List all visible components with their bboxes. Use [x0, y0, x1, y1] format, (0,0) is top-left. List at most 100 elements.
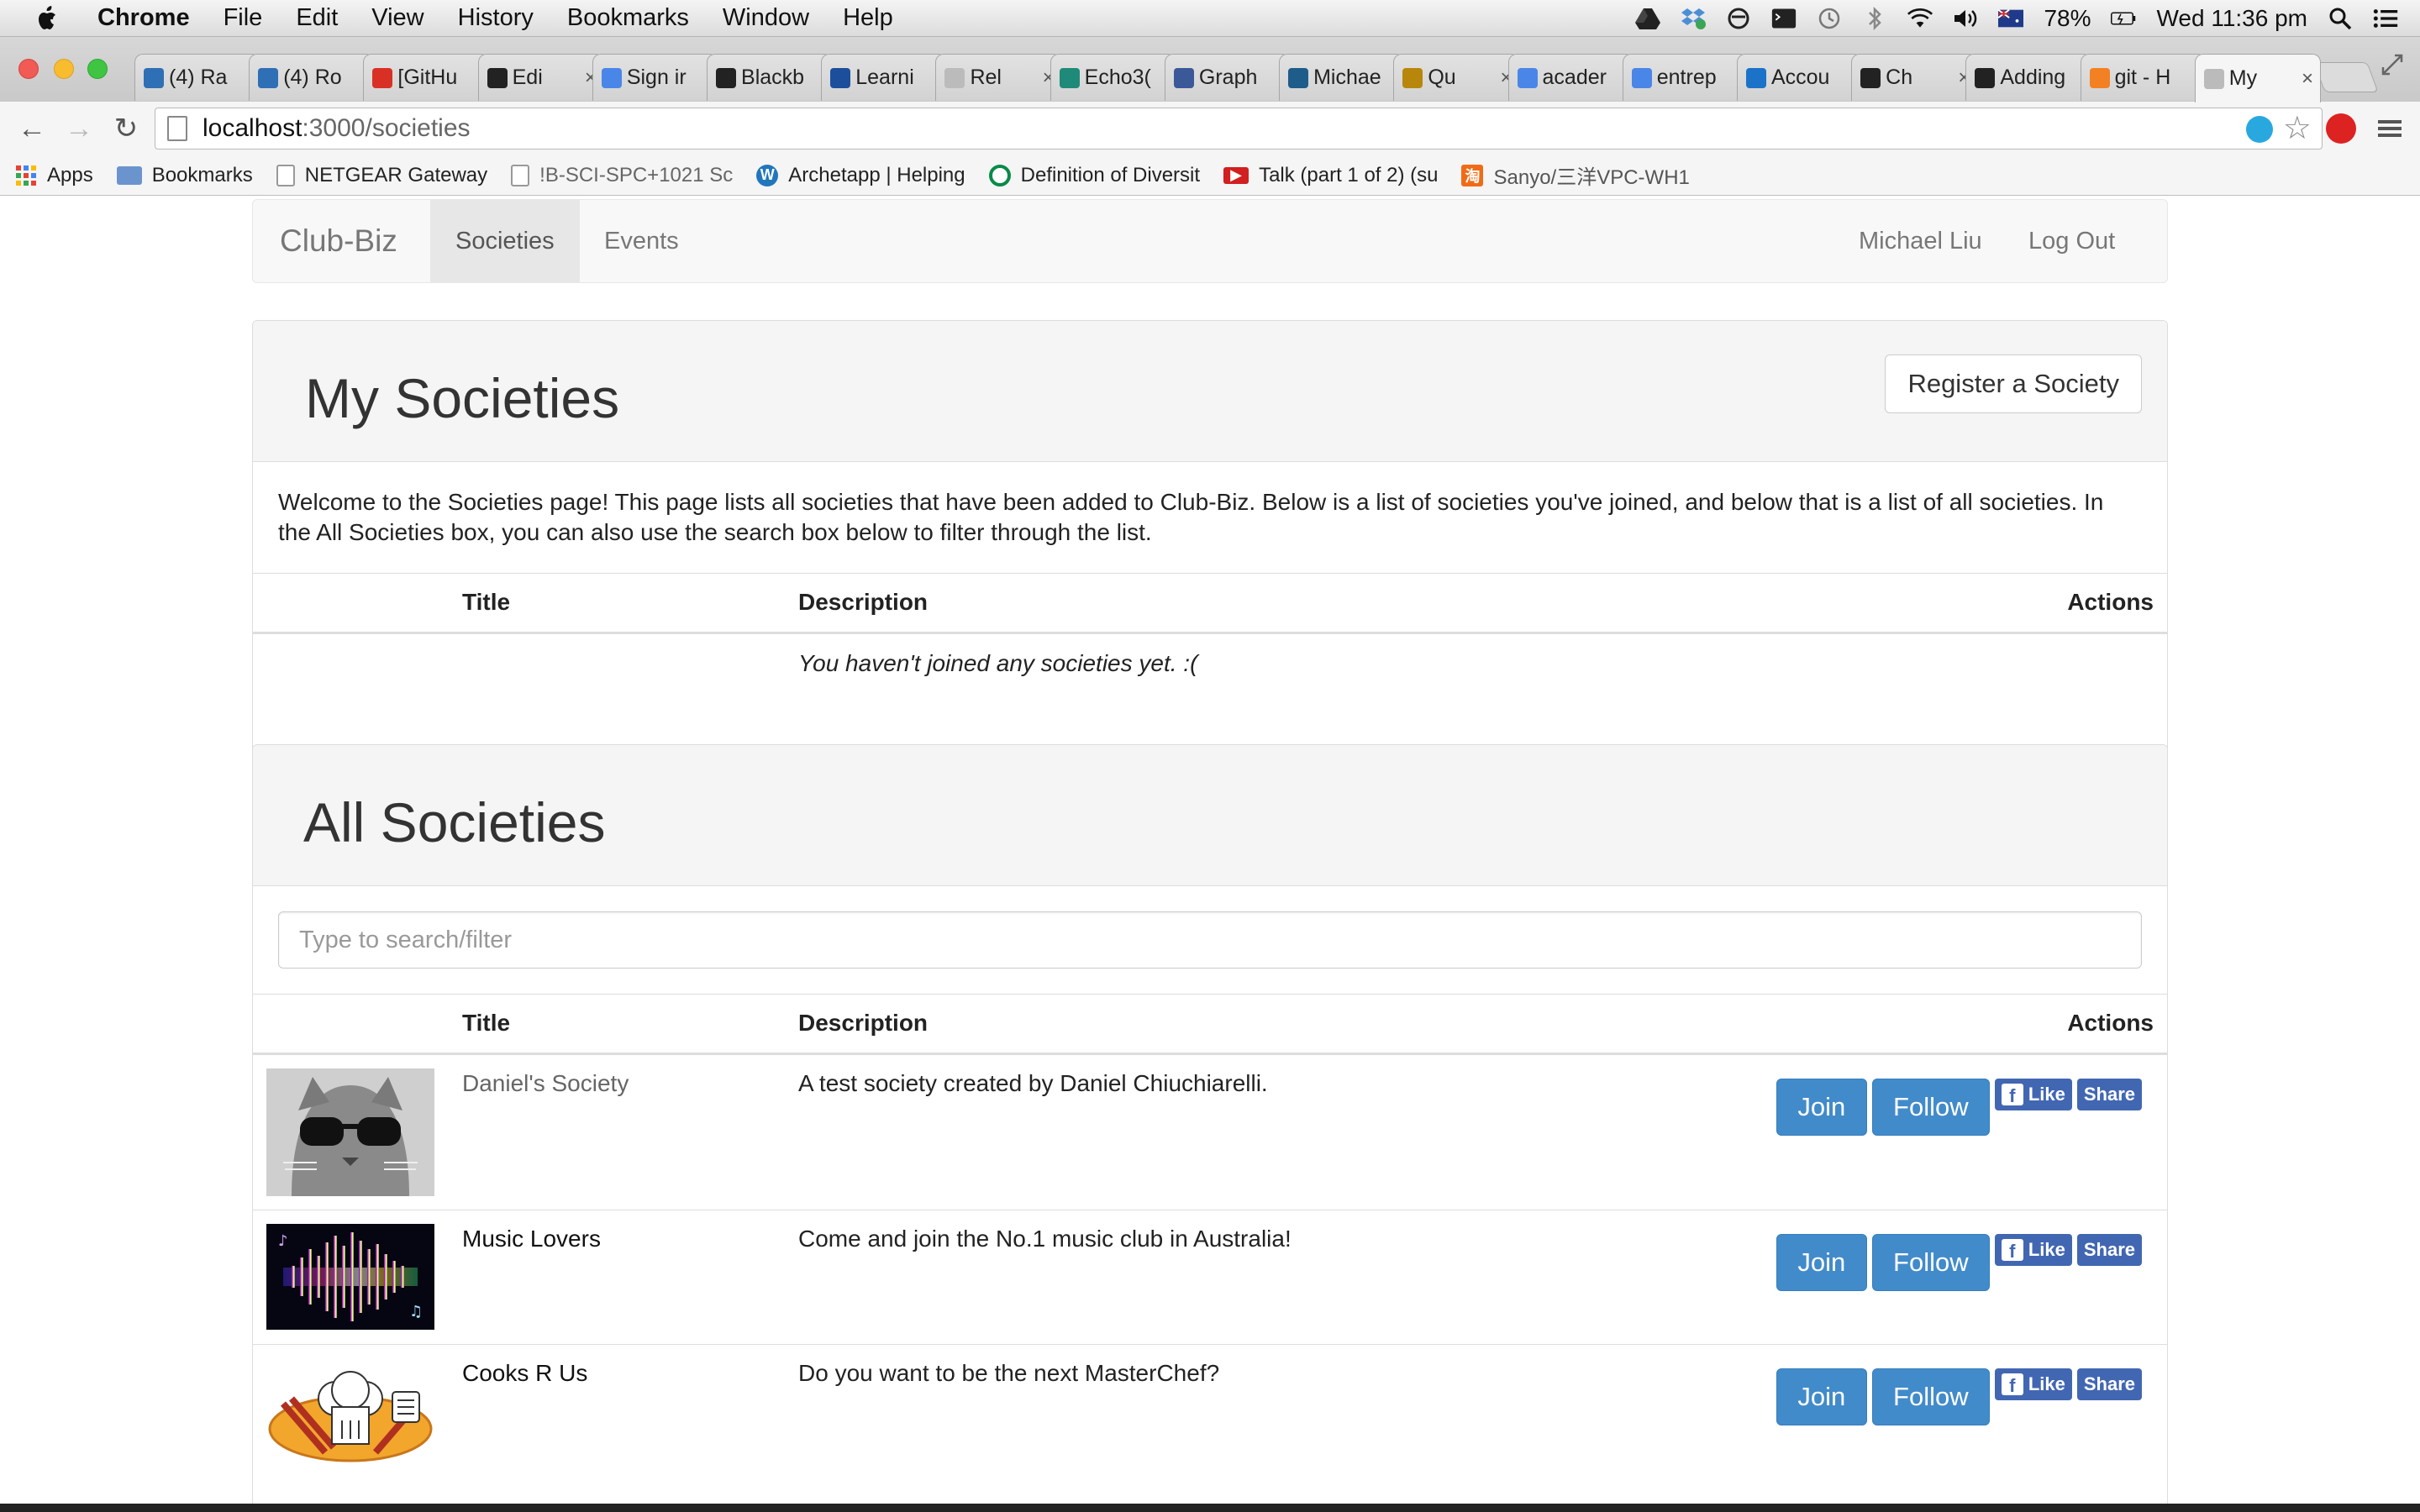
- australia-flag-icon[interactable]: [1998, 6, 2024, 31]
- minimize-window-button[interactable]: [54, 59, 74, 79]
- bookmark-diversity[interactable]: Definition of Diversit: [988, 164, 1200, 187]
- extension-bolt-icon[interactable]: [2246, 116, 2273, 143]
- tab-title: entrep: [1656, 66, 1717, 89]
- facebook-like-button[interactable]: f Like: [1994, 1078, 2072, 1110]
- spotlight-search-icon[interactable]: [2328, 6, 2353, 31]
- window-bottom-edge: [0, 1504, 2420, 1512]
- register-society-button[interactable]: Register a Society: [1885, 354, 2142, 413]
- nav-log-out[interactable]: Log Out: [2003, 200, 2140, 282]
- tab-8[interactable]: Rel ×: [935, 54, 1062, 101]
- menu-history[interactable]: History: [458, 4, 534, 32]
- facebook-like-button[interactable]: f Like: [1994, 1233, 2072, 1266]
- tab-2[interactable]: (4) Ro: [249, 54, 376, 101]
- column-description: Description: [798, 995, 1562, 1055]
- tab-10[interactable]: Graph: [1164, 54, 1292, 101]
- nav-societies[interactable]: Societies: [430, 200, 580, 282]
- tab-13[interactable]: acader: [1507, 54, 1634, 101]
- menubar-clock[interactable]: Wed 11:36 pm: [2156, 5, 2307, 32]
- tab-4[interactable]: Edi ×: [477, 54, 604, 101]
- menu-app-chrome[interactable]: Chrome: [97, 4, 190, 32]
- facebook-share-button[interactable]: Share: [2076, 1078, 2142, 1110]
- google-drive-icon[interactable]: [1635, 6, 1661, 31]
- nav-events[interactable]: Events: [579, 200, 704, 282]
- facebook-share-button[interactable]: Share: [2076, 1368, 2142, 1400]
- menu-view[interactable]: View: [371, 4, 424, 32]
- tab-17[interactable]: Adding: [1965, 54, 2092, 101]
- society-description: Do you want to be the next MasterChef?: [798, 1343, 1562, 1512]
- society-search-input[interactable]: [278, 911, 2142, 969]
- facebook-share-button[interactable]: Share: [2076, 1233, 2142, 1266]
- tab-15[interactable]: Accou: [1736, 54, 1864, 101]
- menu-window[interactable]: Window: [723, 4, 809, 32]
- table-row: ♪ ♫ Music Lovers Come and join the No.1 …: [253, 1209, 2167, 1344]
- terminal-icon[interactable]: [1771, 6, 1797, 31]
- society-title-link[interactable]: Cooks R Us: [462, 1343, 798, 1512]
- menu-bookmarks[interactable]: Bookmarks: [567, 4, 689, 32]
- volume-icon[interactable]: [1953, 6, 1978, 31]
- tab-11[interactable]: Michae: [1279, 54, 1406, 101]
- tab-5[interactable]: Sign ir: [592, 54, 719, 101]
- back-icon[interactable]: ←: [17, 113, 47, 144]
- bookmark-sci-spc[interactable]: !B-SCI-SPC+1021 Sc: [511, 164, 733, 187]
- apple-icon[interactable]: [34, 4, 62, 33]
- chrome-menu-icon[interactable]: [2376, 113, 2403, 144]
- tab-6[interactable]: Blackb: [707, 54, 834, 101]
- address-path: :3000/societies: [302, 114, 471, 142]
- google-icon: [1631, 67, 1652, 88]
- follow-button[interactable]: Follow: [1871, 1078, 1990, 1136]
- bookmark-netgear[interactable]: NETGEAR Gateway: [276, 164, 487, 187]
- join-button[interactable]: Join: [1776, 1233, 1867, 1291]
- bookmark-label: Sanyo/三洋VPC-WH1: [1493, 166, 1690, 189]
- cat-sunglasses-image: [266, 1068, 434, 1196]
- time-machine-icon[interactable]: [1817, 6, 1842, 31]
- nav-user-profile[interactable]: Michael Liu: [1833, 200, 2007, 282]
- tab-16[interactable]: Ch ×: [1851, 54, 1978, 101]
- zoom-window-button[interactable]: [87, 59, 108, 79]
- tab-18[interactable]: git - H: [2080, 54, 2207, 101]
- address-bar[interactable]: localhost:3000/societies ☆: [155, 108, 2323, 150]
- close-window-button[interactable]: [18, 59, 39, 79]
- bookmark-star-icon[interactable]: ☆: [2283, 112, 2312, 145]
- bookmark-sanyo[interactable]: 淘 Sanyo/三洋VPC-WH1: [1461, 160, 1690, 190]
- tab-7[interactable]: Learni: [821, 54, 948, 101]
- tab-9[interactable]: Echo3(: [1050, 54, 1176, 101]
- dropbox-icon[interactable]: [1681, 6, 1707, 31]
- tab-12[interactable]: Qu ×: [1393, 54, 1520, 101]
- bookmark-apps[interactable]: Apps: [15, 164, 93, 187]
- society-title-link[interactable]: Music Lovers: [462, 1209, 798, 1344]
- reload-icon[interactable]: ↻: [111, 113, 141, 144]
- bookmark-archetapp[interactable]: W Archetapp | Helping: [756, 164, 965, 187]
- facebook-like-button[interactable]: f Like: [1994, 1368, 2072, 1400]
- follow-button[interactable]: Follow: [1871, 1233, 1990, 1291]
- new-tab-button[interactable]: [2313, 62, 2379, 92]
- tab-title: (4) Ra: [169, 66, 228, 89]
- fullscreen-icon[interactable]: [2380, 52, 2405, 77]
- tab-1[interactable]: (4) Ra: [134, 54, 261, 101]
- table-header-row: Title Description Actions: [253, 574, 2167, 634]
- macos-menubar: Chrome File Edit View History Bookmarks …: [0, 0, 2420, 37]
- all-societies-title: All Societies: [303, 791, 606, 853]
- bookmark-folder[interactable]: Bookmarks: [116, 164, 253, 187]
- close-tab-icon[interactable]: ×: [2302, 67, 2313, 91]
- society-description: A test society created by Daniel Chiuchi…: [798, 1069, 1268, 1096]
- join-button[interactable]: Join: [1776, 1368, 1867, 1425]
- menu-edit[interactable]: Edit: [296, 4, 338, 32]
- tab-14[interactable]: entrep: [1622, 54, 1749, 101]
- brand-link[interactable]: Club-Biz: [280, 200, 397, 282]
- society-title-link[interactable]: Daniel's Society: [462, 1053, 798, 1210]
- circle-slash-icon[interactable]: [1726, 6, 1751, 31]
- tab-3[interactable]: [GitHu: [363, 54, 490, 101]
- tab-19[interactable]: My ×: [2194, 54, 2321, 102]
- menu-help[interactable]: Help: [843, 4, 893, 32]
- notification-center-icon[interactable]: [2373, 6, 2398, 31]
- bookmark-youtube[interactable]: ▶ Talk (part 1 of 2) (su: [1223, 164, 1438, 187]
- adblock-icon[interactable]: [2326, 113, 2356, 144]
- bluetooth-icon[interactable]: [1862, 6, 1887, 31]
- battery-icon[interactable]: [2111, 6, 2136, 31]
- github-icon: [1860, 67, 1881, 88]
- forward-icon[interactable]: →: [64, 113, 94, 144]
- join-button[interactable]: Join: [1776, 1078, 1867, 1136]
- menu-file[interactable]: File: [224, 4, 263, 32]
- follow-button[interactable]: Follow: [1871, 1368, 1990, 1425]
- wifi-icon[interactable]: [1907, 6, 1933, 31]
